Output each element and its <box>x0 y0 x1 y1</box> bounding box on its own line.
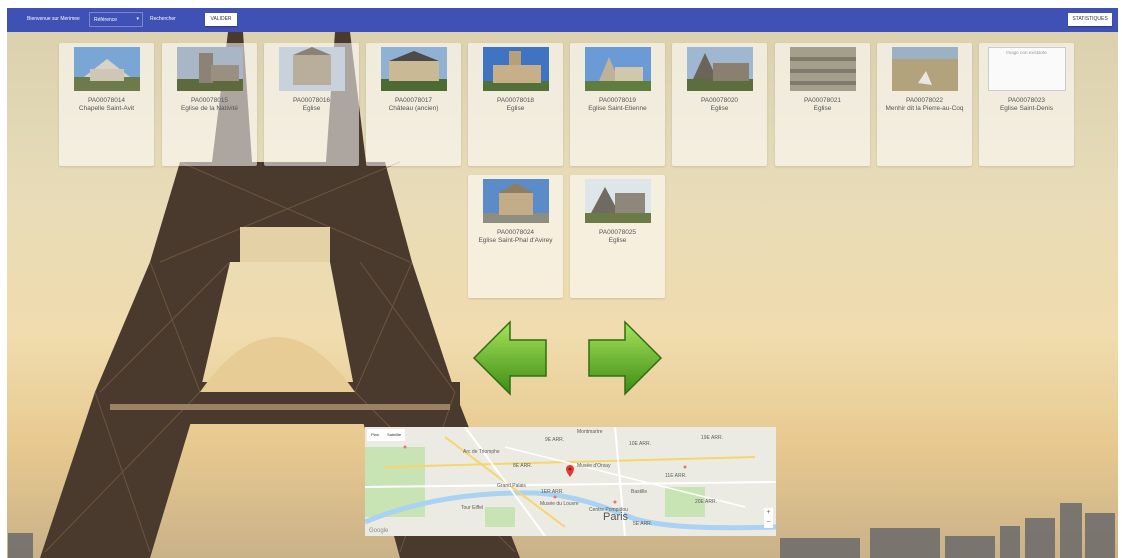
search-field-value: Référence <box>94 17 118 23</box>
monument-reference: PA00078017 <box>394 97 433 104</box>
monument-card[interactable]: PA00078024 Eglise Saint-Phal d'Avirey <box>468 175 563 298</box>
map-tab-satellite[interactable]: Satellite <box>383 429 405 441</box>
missing-image-placeholder: Image non existante <box>987 47 1066 91</box>
monument-reference: PA00078023 <box>1007 97 1046 104</box>
monument-name: Eglise de la Nativité <box>180 105 239 112</box>
map-label: 9E ARR. <box>545 437 565 443</box>
page-frame-top <box>0 0 1122 8</box>
monument-name: Eglise Saint-Denis <box>999 105 1054 112</box>
map-label: Musée d'Orsay <box>577 463 611 469</box>
monument-card[interactable]: PA00078021 Eglise <box>775 43 870 166</box>
monument-reference: PA00078019 <box>598 97 637 104</box>
top-navbar: Bienvenue sur Merimee Référence ▾ Recher… <box>7 8 1118 32</box>
search-field-select[interactable]: Référence ▾ <box>89 12 143 27</box>
monument-thumbnail <box>482 179 549 223</box>
monument-thumbnail <box>278 47 345 91</box>
monument-name: Chapelle Saint-Avit <box>78 105 135 112</box>
google-logo: Google <box>369 528 389 534</box>
next-arrow-icon[interactable] <box>585 318 665 398</box>
map-label: Tour Eiffel <box>461 505 484 511</box>
monument-name: Eglise <box>813 105 832 112</box>
zoom-in-button[interactable]: + <box>764 508 773 518</box>
monument-reference: PA00078020 <box>700 97 739 104</box>
map-label: 10E ARR. <box>629 441 651 447</box>
monument-reference: PA00078016 <box>292 97 331 104</box>
monument-name: Eglise Saint-Etienne <box>588 105 647 112</box>
monument-reference: PA00078025 <box>598 229 637 236</box>
monument-name: Eglise <box>302 105 321 112</box>
monument-thumbnail <box>380 47 447 91</box>
monument-card[interactable]: PA00078016 Eglise <box>264 43 359 166</box>
monument-reference: PA00078022 <box>905 97 944 104</box>
monument-thumbnail <box>482 47 549 91</box>
page-frame-right <box>1118 0 1122 558</box>
monument-card[interactable]: PA00078019 Eglise Saint-Etienne <box>570 43 665 166</box>
monument-thumbnail <box>73 47 140 91</box>
map-label: 19E ARR. <box>701 435 723 441</box>
monument-card[interactable]: PA00078017 Château (ancien) <box>366 43 461 166</box>
monument-card[interactable]: Image non existante PA00078023 Eglise Sa… <box>979 43 1074 166</box>
map-label: Bastille <box>631 489 648 495</box>
monument-card[interactable]: PA00078014 Chapelle Saint-Avit <box>59 43 154 166</box>
monument-thumbnail <box>891 47 958 91</box>
previous-arrow-icon[interactable] <box>470 318 550 398</box>
monument-reference: PA00078018 <box>496 97 535 104</box>
monument-name: Eglise Saint-Phal d'Avirey <box>478 237 553 244</box>
monument-thumbnail <box>584 47 651 91</box>
map-label: Montmartre <box>577 429 603 435</box>
monument-card[interactable]: PA00078022 Menhir dit la Pierre-au-Coq <box>877 43 972 166</box>
statistics-button[interactable]: STATISTIQUES <box>1068 13 1112 26</box>
map-zoom-control: + − <box>764 508 773 528</box>
validate-button[interactable]: VALIDER <box>205 13 237 26</box>
chevron-down-icon: ▾ <box>136 16 139 22</box>
map-label: 8E ARR. <box>513 463 533 469</box>
monument-name: Eglise <box>608 237 627 244</box>
map-label: Arc de Triomphe <box>463 449 500 455</box>
welcome-text: Bienvenue sur Merimee <box>27 16 80 22</box>
paris-map[interactable]: Plan Satellite Arc de Triomphe 8E ARR. 9… <box>365 427 776 536</box>
monument-reference: PA00078015 <box>190 97 229 104</box>
map-tiles <box>365 427 776 536</box>
monument-reference: PA00078024 <box>496 229 535 236</box>
map-marker-icon[interactable] <box>566 465 574 477</box>
map-label: Grand Palais <box>497 483 526 489</box>
monument-thumbnail <box>789 47 856 91</box>
monument-name: Menhir dit la Pierre-au-Coq <box>885 105 964 112</box>
monument-card[interactable]: PA00078025 Eglise <box>570 175 665 298</box>
map-label: 5E ARR. <box>633 521 653 527</box>
monument-thumbnail <box>584 179 651 223</box>
monument-thumbnail <box>686 47 753 91</box>
monument-name: Eglise <box>506 105 525 112</box>
zoom-out-button[interactable]: − <box>764 518 773 528</box>
map-label: 11E ARR. <box>665 473 687 479</box>
map-tab-plan[interactable]: Plan <box>367 429 383 441</box>
map-label: 1ER ARR. <box>541 489 564 495</box>
monument-name: Eglise <box>710 105 729 112</box>
map-label: Musée du Louvre <box>540 501 579 507</box>
monument-reference: PA00078021 <box>803 97 842 104</box>
map-type-tabs: Plan Satellite <box>367 429 406 441</box>
monument-name: Château (ancien) <box>388 105 439 112</box>
monument-card[interactable]: PA00078018 Eglise <box>468 43 563 166</box>
map-label: 20E ARR. <box>695 499 717 505</box>
city-label: Paris <box>603 511 629 523</box>
search-input-label[interactable]: Rechercher <box>150 16 176 22</box>
monument-card[interactable]: PA00078015 Eglise de la Nativité <box>162 43 257 166</box>
monument-thumbnail <box>176 47 243 91</box>
monument-card[interactable]: PA00078020 Eglise <box>672 43 767 166</box>
monument-reference: PA00078014 <box>87 97 126 104</box>
